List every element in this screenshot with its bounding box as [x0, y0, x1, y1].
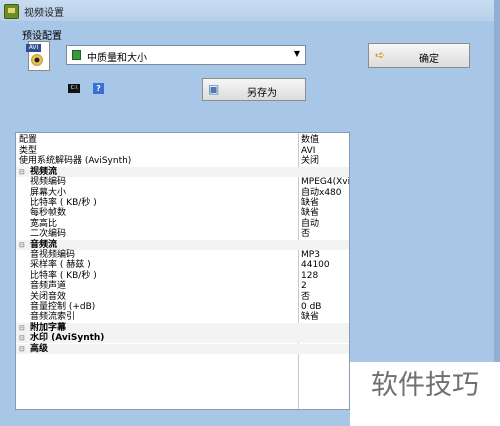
- property-name: 水印 (AviSynth): [30, 333, 105, 344]
- property-value[interactable]: 缺省: [301, 198, 319, 208]
- property-name: 屏幕大小: [30, 187, 67, 198]
- preset-select-value: 中质量和大小: [87, 53, 147, 64]
- app-icon: [4, 4, 19, 19]
- title-bar[interactable]: 视频设置: [0, 0, 494, 21]
- property-name: 高级: [30, 343, 49, 354]
- collapse-icon[interactable]: ⊟: [19, 167, 25, 177]
- property-value[interactable]: MPEG4(Xvid): [301, 177, 349, 187]
- collapse-icon[interactable]: ⊟: [19, 333, 25, 343]
- disc-icon: [31, 54, 43, 66]
- header-setting: 配置: [19, 135, 38, 145]
- property-name: 音频流: [30, 239, 58, 250]
- property-value[interactable]: 自动x480: [301, 188, 342, 198]
- property-row[interactable]: 类型 AVI: [16, 146, 349, 156]
- window-title: 视频设置: [24, 8, 64, 19]
- property-row[interactable]: 采样率 ( 赫兹 ) 44100: [16, 260, 349, 270]
- property-row[interactable]: 音视频编码 MP3: [16, 250, 349, 260]
- property-value[interactable]: 关闭: [301, 156, 319, 166]
- property-value[interactable]: 44100: [301, 260, 330, 270]
- property-value[interactable]: MP3: [301, 250, 320, 260]
- property-row[interactable]: 关闭音效 否: [16, 292, 349, 302]
- property-name: 宽高比: [30, 218, 58, 229]
- property-row[interactable]: 音量控制 (+dB) 0 dB: [16, 302, 349, 312]
- watermark-overlay: 软件技巧: [350, 362, 500, 426]
- property-row[interactable]: 二次编码 否: [16, 229, 349, 239]
- property-row[interactable]: 比特率 ( KB/秒 ) 缺省: [16, 198, 349, 208]
- grid-header: 配置 数值: [16, 135, 349, 145]
- avi-file-icon: AVI: [26, 41, 50, 71]
- category-row[interactable]: ⊟ 水印 (AviSynth): [16, 333, 349, 344]
- property-name: 比特率 ( KB/秒 ): [30, 198, 97, 208]
- property-name: 类型: [19, 146, 38, 156]
- property-row[interactable]: 音频流索引 缺省: [16, 312, 349, 322]
- property-value[interactable]: 否: [301, 292, 310, 302]
- property-name: 二次编码: [30, 229, 67, 240]
- property-value[interactable]: 缺省: [301, 208, 319, 218]
- property-row[interactable]: 比特率 ( KB/秒 ) 128: [16, 271, 349, 281]
- quality-icon: [72, 50, 81, 60]
- property-name: 比特率 ( KB/秒 ): [30, 270, 97, 281]
- property-name: 视频编码: [30, 177, 67, 188]
- category-row[interactable]: ⊟ 附加字幕: [16, 322, 349, 333]
- property-value[interactable]: 2: [301, 281, 307, 291]
- property-name: 音频声道: [30, 281, 67, 292]
- property-value[interactable]: 缺省: [301, 312, 319, 322]
- file-type-tag: AVI: [26, 44, 41, 52]
- ok-button[interactable]: ➪ 确定: [368, 43, 470, 68]
- property-value[interactable]: AVI: [301, 146, 315, 156]
- arrow-right-icon: ➪: [375, 48, 386, 62]
- chevron-down-icon[interactable]: ▼: [294, 49, 300, 58]
- floppy-disk-icon: ▣: [208, 82, 220, 96]
- property-row[interactable]: 屏幕大小 自动x480: [16, 188, 349, 198]
- collapse-icon[interactable]: ⊟: [19, 323, 25, 333]
- ok-button-label: 确定: [419, 54, 439, 65]
- category-row[interactable]: ⊟ 音频流: [16, 239, 349, 250]
- collapse-icon[interactable]: ⊟: [19, 344, 25, 354]
- preset-select[interactable]: 中质量和大小 ▼: [66, 45, 306, 65]
- property-value[interactable]: 0 dB: [301, 302, 321, 312]
- help-icon[interactable]: ?: [93, 83, 104, 94]
- property-row[interactable]: 音频声道 2: [16, 281, 349, 291]
- preset-label: 预设配置: [22, 31, 62, 42]
- property-name: 音频流索引: [30, 312, 76, 323]
- save-as-button-label: 另存为: [247, 88, 277, 99]
- property-row[interactable]: 视频编码 MPEG4(Xvid): [16, 177, 349, 187]
- category-row[interactable]: ⊟ 高级: [16, 343, 349, 354]
- property-row[interactable]: 使用系统解码器 (AviSynth) 关闭: [16, 156, 349, 166]
- terminal-icon[interactable]: C:\: [68, 84, 80, 93]
- property-name: 使用系统解码器 (AviSynth): [19, 156, 132, 167]
- property-name: 每秒帧数: [30, 208, 67, 219]
- save-as-button[interactable]: ▣ 另存为: [202, 78, 306, 101]
- collapse-icon[interactable]: ⊟: [19, 240, 25, 250]
- property-value[interactable]: 128: [301, 271, 318, 281]
- property-row[interactable]: 每秒帧数 缺省: [16, 208, 349, 218]
- property-name: 附加字幕: [30, 322, 67, 333]
- settings-property-grid[interactable]: 配置 数值 类型 AVI 使用系统解码器 (AviSynth) 关闭 ⊟ 视频流 视频编码 M…: [15, 132, 350, 410]
- property-name: 音量控制 (+dB): [30, 302, 96, 312]
- property-value[interactable]: 否: [301, 229, 310, 239]
- property-name: 视频流: [30, 166, 58, 177]
- property-value[interactable]: 自动: [301, 219, 319, 229]
- category-row[interactable]: ⊟ 视频流: [16, 166, 349, 177]
- property-row[interactable]: 宽高比 自动: [16, 219, 349, 229]
- property-name: 音视频编码: [30, 250, 76, 260]
- header-value: 数值: [301, 135, 320, 145]
- property-name: 采样率 ( 赫兹 ): [30, 260, 91, 271]
- property-name: 关闭音效: [30, 291, 67, 302]
